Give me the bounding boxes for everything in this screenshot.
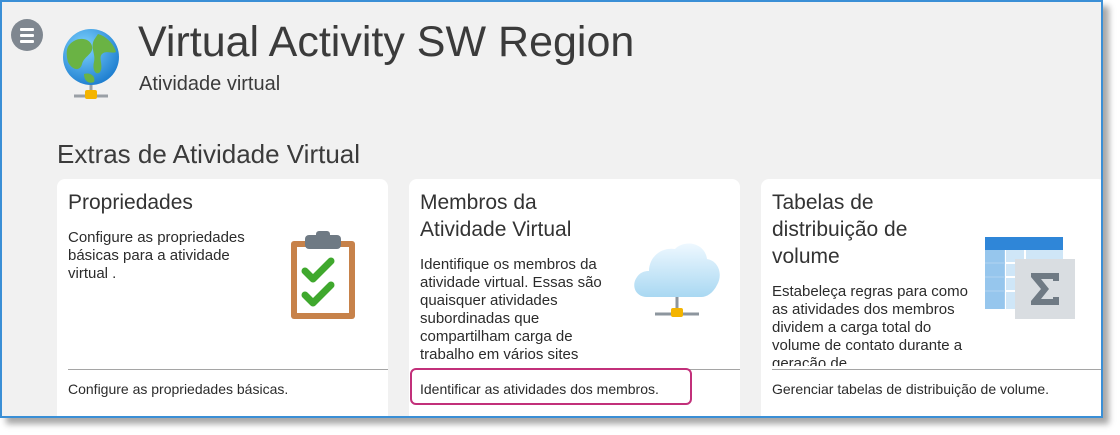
page-subtitle: Atividade virtual bbox=[139, 73, 281, 95]
card-title: Membros da Atividade Virtual bbox=[420, 191, 572, 241]
card-divider bbox=[772, 369, 1101, 370]
card-description: Configure as propriedades básicas para a… bbox=[68, 229, 245, 282]
globe-network-icon bbox=[63, 29, 119, 99]
card-title: Tabelas de distribuição de volume bbox=[772, 191, 908, 268]
card-title: Propriedades bbox=[68, 191, 193, 214]
app-frame: Virtual Activity SW Region Atividade vir… bbox=[0, 0, 1103, 418]
clipboard-checklist-icon bbox=[291, 231, 355, 319]
card-divider bbox=[68, 369, 388, 370]
card-properties[interactable]: Propriedades Configure as propriedades b… bbox=[57, 179, 388, 416]
page-title: Virtual Activity SW Region bbox=[138, 18, 635, 66]
table-sum-icon bbox=[985, 237, 1075, 319]
cloud-network-icon bbox=[634, 243, 720, 317]
section-title: Extras de Atividade Virtual bbox=[57, 139, 361, 169]
manage-volume-tables-link[interactable]: Gerenciar tabelas de distribuição de vol… bbox=[772, 381, 1049, 397]
highlight-box bbox=[410, 368, 692, 405]
hamburger-menu-icon bbox=[20, 28, 34, 31]
card-volume-distribution[interactable]: Tabelas de distribuição de volume Estabe… bbox=[761, 179, 1101, 416]
configure-properties-link[interactable]: Configure as propriedades básicas. bbox=[68, 381, 288, 397]
card-description: Identifique os membros da atividade virt… bbox=[420, 256, 602, 363]
card-description: Estabeleça regras para como as atividade… bbox=[772, 283, 968, 366]
menu-button[interactable] bbox=[11, 19, 43, 51]
